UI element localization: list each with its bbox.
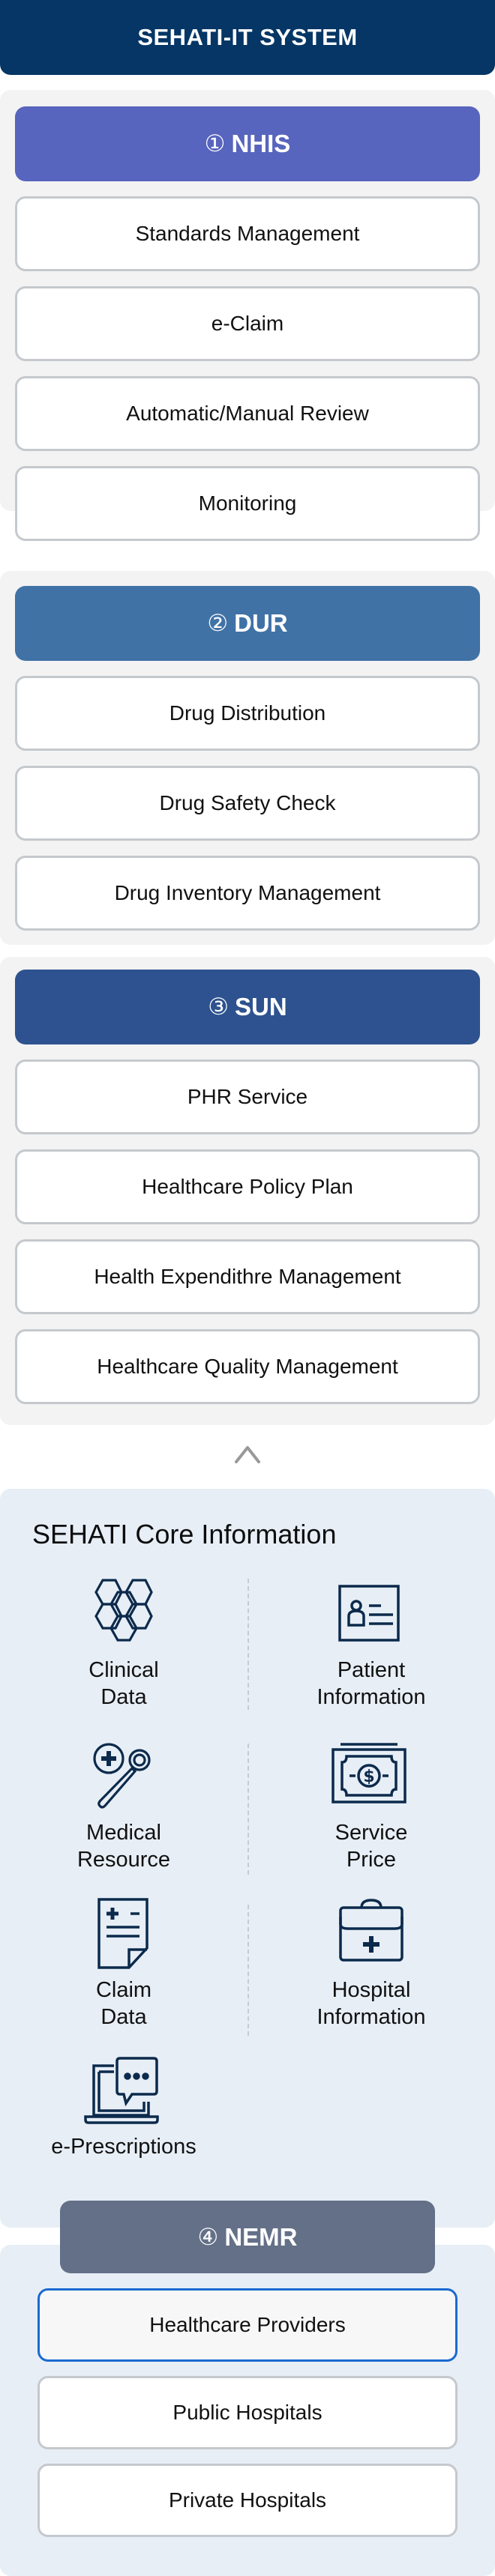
id-card-icon [338,1585,400,1642]
chevron-up-icon[interactable] [232,1445,262,1467]
hexagon-network-icon [94,1579,153,1642]
core-item-label: Information [316,2005,426,2029]
core-item-clinical-data[interactable]: Clinical Data [0,1577,248,1711]
group-name: DUR [234,609,288,637]
core-information-panel: SEHATI Core Information Clinical Data Pa… [0,1489,495,2228]
core-item-label: Clinical [88,1658,159,1682]
laptop-chat-icon [84,2057,159,2124]
menu-item-label: Drug Safety Check [159,791,336,814]
medical-search-icon [93,1743,151,1809]
medical-kit-icon [339,1899,404,1962]
group-nhis: ① NHIS Standards Management e-Claim Auto… [0,90,495,541]
menu-item-label: Automatic/Manual Review [126,402,369,425]
core-item-label: Resource [76,1848,171,1872]
core-information-title: SEHATI Core Information [32,1519,337,1549]
group-number: ② [207,610,229,636]
menu-item-label: Private Hospitals [168,2488,327,2512]
menu-item-label: Healthcare Providers [149,2313,346,2336]
group-number: ③ [208,994,230,1020]
money-bill-icon: $ [332,1743,406,1803]
core-item-claim-data[interactable]: Claim Data [0,1897,248,2031]
menu-item-standards-management[interactable]: Standards Management [15,196,480,271]
menu-item-healthcare-providers[interactable]: Healthcare Providers [38,2288,458,2362]
menu-item-label: Standards Management [135,222,360,245]
menu-item-label: Health Expendithre Management [94,1265,401,1288]
core-item-label: Claim [95,1978,152,2002]
menu-item-monitoring[interactable]: Monitoring [15,466,480,541]
core-item-label: e-Prescriptions [51,2135,196,2159]
group-number: ① [204,130,226,157]
menu-item-healthcare-quality-management[interactable]: Healthcare Quality Management [15,1329,480,1404]
group-header-sun[interactable]: ③ SUN [15,970,480,1044]
core-item-label: Data [100,2005,147,2029]
menu-item-label: Drug Distribution [169,701,326,725]
menu-item-label: Public Hospitals [172,2401,322,2424]
svg-text:$: $ [363,1768,374,1786]
menu-item-drug-distribution[interactable]: Drug Distribution [15,676,480,751]
core-item-hospital-information[interactable]: Hospital Information [248,1897,495,2031]
group-dur: ② DUR Drug Distribution Drug Safety Chec… [0,571,495,945]
group-name: NHIS [231,130,291,157]
menu-item-public-hospitals[interactable]: Public Hospitals [38,2376,458,2449]
core-item-e-prescriptions[interactable]: e-Prescriptions [0,2057,248,2160]
system-title: SEHATI-IT SYSTEM [137,24,358,50]
menu-item-health-expenditure-management[interactable]: Health Expendithre Management [15,1239,480,1314]
system-title-bar: SEHATI-IT SYSTEM [0,0,495,75]
group-header-dur[interactable]: ② DUR [15,586,480,661]
core-item-patient-information[interactable]: Patient Information [248,1577,495,1711]
core-item-label: Medical [86,1821,161,1845]
menu-item-healthcare-policy-plan[interactable]: Healthcare Policy Plan [15,1149,480,1224]
group-number: ④ [197,2223,219,2250]
menu-item-label: PHR Service [187,1085,308,1108]
group-header-nhis[interactable]: ① NHIS [15,106,480,181]
menu-item-label: Healthcare Policy Plan [142,1175,353,1198]
menu-item-phr-service[interactable]: PHR Service [15,1059,480,1134]
menu-item-private-hospitals[interactable]: Private Hospitals [38,2464,458,2537]
core-item-label: Price [346,1848,397,1872]
core-item-label: Service [334,1821,408,1845]
core-item-label: Information [316,1685,426,1709]
menu-item-automatic-manual-review[interactable]: Automatic/Manual Review [15,376,480,451]
core-item-label: Hospital [332,1978,411,2002]
group-name: NEMR [224,2222,298,2251]
group-sun: ③ SUN PHR Service Healthcare Policy Plan… [0,957,495,1425]
core-item-label: Patient [337,1658,406,1682]
menu-item-label: Drug Inventory Management [114,881,381,904]
claim-document-icon [98,1898,148,1969]
group-header-nemr[interactable]: ④ NEMR [60,2201,435,2273]
menu-item-e-claim[interactable]: e-Claim [15,286,480,361]
core-item-service-price[interactable]: $ Service Price [248,1740,495,1873]
menu-item-label: e-Claim [211,312,284,335]
core-item-medical-resource[interactable]: Medical Resource [0,1740,248,1873]
group-name: SUN [235,993,287,1021]
menu-item-drug-safety-check[interactable]: Drug Safety Check [15,766,480,841]
menu-item-drug-inventory-management[interactable]: Drug Inventory Management [15,856,480,931]
menu-item-label: Healthcare Quality Management [97,1355,398,1378]
core-item-label: Data [100,1685,147,1709]
menu-item-label: Monitoring [198,492,297,515]
